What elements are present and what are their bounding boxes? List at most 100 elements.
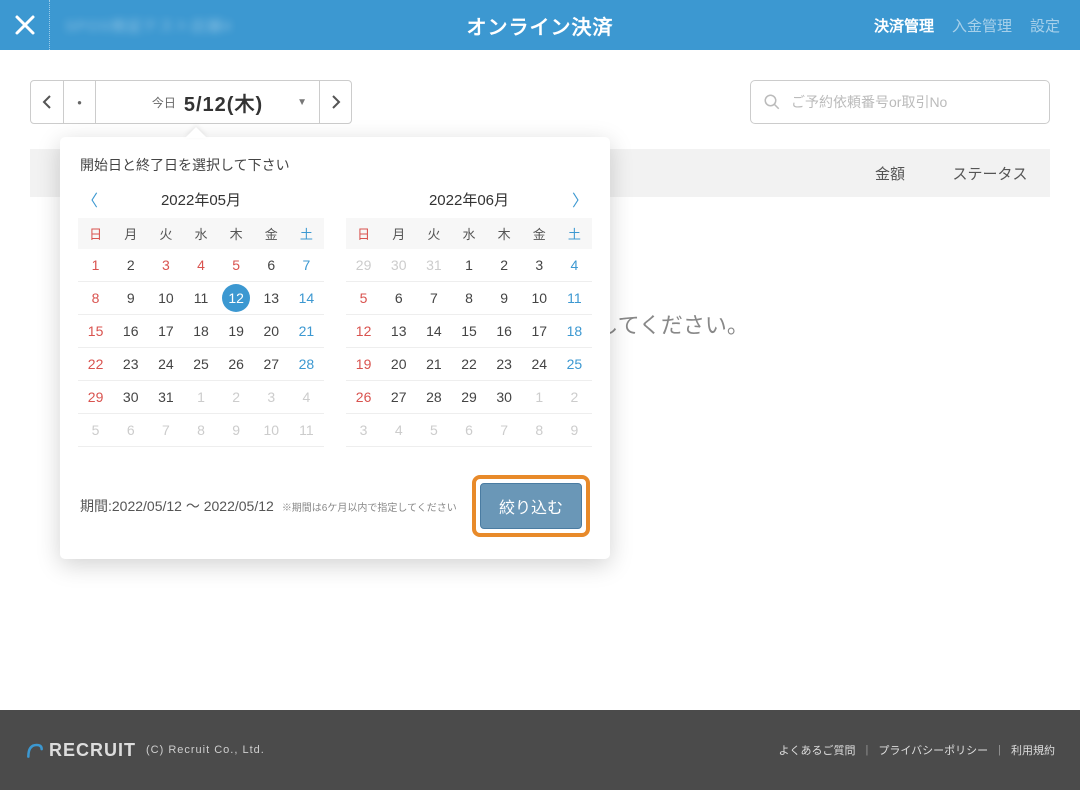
calendar-day[interactable]: 2 xyxy=(487,249,522,282)
calendar-day[interactable]: 25 xyxy=(183,348,218,381)
calendar-day[interactable]: 18 xyxy=(183,315,218,348)
calendar-day[interactable]: 28 xyxy=(289,348,324,381)
calendar-day[interactable]: 15 xyxy=(451,315,486,348)
close-button[interactable] xyxy=(0,0,50,50)
calendar-day: 7 xyxy=(487,414,522,447)
dow-header: 月 xyxy=(113,218,148,249)
calendar-day[interactable]: 6 xyxy=(254,249,289,282)
calendar-day[interactable]: 26 xyxy=(219,348,254,381)
calendar-day[interactable]: 10 xyxy=(522,282,557,315)
calendar-day[interactable]: 27 xyxy=(381,381,416,414)
calendar-day[interactable]: 19 xyxy=(346,348,381,381)
calendar-day[interactable]: 8 xyxy=(78,282,113,315)
calendar-day[interactable]: 24 xyxy=(522,348,557,381)
calendar-day[interactable]: 29 xyxy=(451,381,486,414)
calendar-day[interactable]: 26 xyxy=(346,381,381,414)
dow-header: 水 xyxy=(451,218,486,249)
calendar-day[interactable]: 5 xyxy=(219,249,254,282)
calendar-day[interactable]: 1 xyxy=(451,249,486,282)
footer-link-privacy[interactable]: プライバシーポリシー xyxy=(878,742,988,758)
date-picker-popup: 開始日と終了日を選択して下さい 〈 2022年05月 日月火水木金土123456… xyxy=(60,137,610,559)
calendar-day[interactable]: 30 xyxy=(487,381,522,414)
calendar-day: 4 xyxy=(289,381,324,414)
calendar-day[interactable]: 31 xyxy=(148,381,183,414)
topbar: SPOS検証テスト店舗4 オンライン決済 決済管理 入金管理 設定 xyxy=(0,0,1080,50)
calendar-day[interactable]: 25 xyxy=(557,348,592,381)
recruit-logo-icon xyxy=(25,740,45,760)
next-month-button[interactable]: 〉 xyxy=(572,187,588,211)
next-day-button[interactable] xyxy=(319,81,351,123)
calendar-day[interactable]: 4 xyxy=(557,249,592,282)
prev-month-button[interactable]: 〈 xyxy=(82,187,98,211)
calendar-day[interactable]: 2 xyxy=(113,249,148,282)
calendar-day[interactable]: 17 xyxy=(522,315,557,348)
calendar-day[interactable]: 1 xyxy=(78,249,113,282)
calendar-day[interactable]: 8 xyxy=(451,282,486,315)
calendar-day[interactable]: 22 xyxy=(78,348,113,381)
calendar-day[interactable]: 3 xyxy=(148,249,183,282)
calendar-day[interactable]: 9 xyxy=(487,282,522,315)
calendar-day: 31 xyxy=(416,249,451,282)
calendar-day[interactable]: 16 xyxy=(487,315,522,348)
close-icon xyxy=(14,14,36,36)
topnav: 決済管理 入金管理 設定 xyxy=(874,15,1060,36)
footer: RECRUIT (C) Recruit Co., Ltd. よくあるご質問 | … xyxy=(0,710,1080,790)
search-field-wrap[interactable] xyxy=(750,80,1050,124)
calendar-day[interactable]: 3 xyxy=(522,249,557,282)
calendar-day: 6 xyxy=(451,414,486,447)
calendar-day[interactable]: 23 xyxy=(487,348,522,381)
today-label: 今日 xyxy=(152,94,176,111)
calendar-day[interactable]: 15 xyxy=(78,315,113,348)
nav-settings[interactable]: 設定 xyxy=(1030,15,1060,36)
calendar-day: 6 xyxy=(113,414,148,447)
calendar-day: 5 xyxy=(416,414,451,447)
search-input[interactable] xyxy=(791,94,1037,110)
calendar-day[interactable]: 20 xyxy=(254,315,289,348)
nav-deposits[interactable]: 入金管理 xyxy=(952,15,1012,36)
calendar-day[interactable]: 14 xyxy=(416,315,451,348)
footer-link-terms[interactable]: 利用規約 xyxy=(1011,742,1055,758)
calendar-day[interactable]: 11 xyxy=(557,282,592,315)
prev-day-button[interactable] xyxy=(31,81,63,123)
filter-button-highlight: 絞り込む xyxy=(472,475,590,537)
calendar-day[interactable]: 29 xyxy=(78,381,113,414)
date-picker-trigger[interactable]: 今日 5/12(木) ▼ xyxy=(95,81,319,123)
month-left: 〈 2022年05月 日月火水木金土1234567891011121314151… xyxy=(78,185,324,447)
footer-link-faq[interactable]: よくあるご質問 xyxy=(779,742,856,758)
calendar-day[interactable]: 30 xyxy=(113,381,148,414)
calendar-day[interactable]: 22 xyxy=(451,348,486,381)
calendar-day[interactable]: 23 xyxy=(113,348,148,381)
dow-header: 金 xyxy=(522,218,557,249)
calendar-day[interactable]: 19 xyxy=(219,315,254,348)
calendar-day[interactable]: 12 xyxy=(346,315,381,348)
calendar-day[interactable]: 13 xyxy=(381,315,416,348)
calendar-day[interactable]: 18 xyxy=(557,315,592,348)
today-button[interactable]: ● xyxy=(63,81,95,123)
calendar-day[interactable]: 6 xyxy=(381,282,416,315)
calendar-day[interactable]: 10 xyxy=(148,282,183,315)
calendar-day[interactable]: 7 xyxy=(289,249,324,282)
calendar-day[interactable]: 17 xyxy=(148,315,183,348)
dow-header: 木 xyxy=(219,218,254,249)
calendar-day[interactable]: 12 xyxy=(219,282,254,315)
calendar-day[interactable]: 14 xyxy=(289,282,324,315)
nav-payments[interactable]: 決済管理 xyxy=(874,15,934,36)
calendar-day[interactable]: 27 xyxy=(254,348,289,381)
calendar-day[interactable]: 7 xyxy=(416,282,451,315)
calendar-day: 9 xyxy=(557,414,592,447)
calendar-day[interactable]: 11 xyxy=(183,282,218,315)
calendar-day[interactable]: 5 xyxy=(346,282,381,315)
calendar-day[interactable]: 28 xyxy=(416,381,451,414)
calendar-day[interactable]: 20 xyxy=(381,348,416,381)
calendar-day[interactable]: 9 xyxy=(113,282,148,315)
dow-header: 金 xyxy=(254,218,289,249)
col-status: ステータス xyxy=(930,163,1050,184)
calendar-day[interactable]: 16 xyxy=(113,315,148,348)
calendar-day[interactable]: 13 xyxy=(254,282,289,315)
calendar-day[interactable]: 24 xyxy=(148,348,183,381)
calendar-day[interactable]: 21 xyxy=(289,315,324,348)
search-icon xyxy=(763,93,781,111)
calendar-day[interactable]: 21 xyxy=(416,348,451,381)
calendar-day[interactable]: 4 xyxy=(183,249,218,282)
filter-button[interactable]: 絞り込む xyxy=(480,483,582,529)
